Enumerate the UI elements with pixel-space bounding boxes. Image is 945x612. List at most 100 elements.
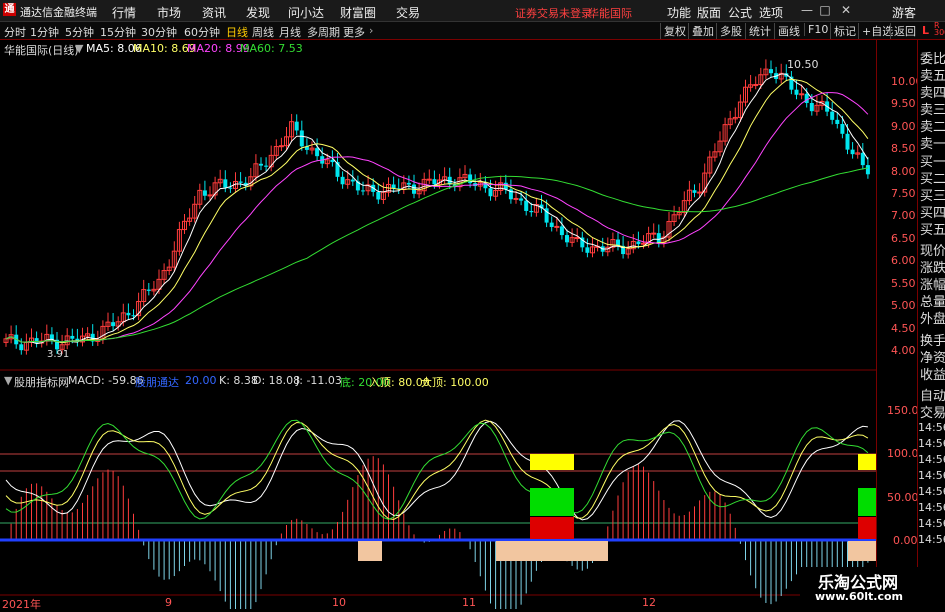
time-label: 14:56 <box>918 501 945 514</box>
candle-body <box>299 130 304 147</box>
side-sell1[interactable]: 卖一 <box>920 133 945 152</box>
side-l-label[interactable]: L <box>922 24 929 37</box>
candle-body <box>294 121 299 131</box>
candle-body <box>651 232 657 235</box>
candle-body <box>845 133 850 150</box>
top-signal-yellow <box>858 454 876 470</box>
candle-body <box>519 198 524 201</box>
candle-body <box>794 89 799 95</box>
candle-body <box>131 315 136 317</box>
top-signal-green <box>530 488 574 516</box>
low-annotation: 3.91 <box>47 349 70 360</box>
price-tick: 5.00 <box>891 299 916 312</box>
x-tick: 9 <box>165 596 172 609</box>
candle-body <box>340 176 345 185</box>
candle-body <box>228 187 233 189</box>
candle-body <box>697 191 703 194</box>
price-tick: 6.00 <box>891 254 916 267</box>
macd-tick: 50.00 <box>887 491 919 504</box>
price-tick: 8.00 <box>891 165 916 178</box>
candle-body <box>835 119 840 124</box>
candle-body <box>585 247 590 253</box>
signal-block <box>358 541 382 561</box>
signal-block <box>848 541 876 561</box>
macd-tick: 0.00 <box>893 534 918 547</box>
price-tick: 4.00 <box>891 344 916 357</box>
side-earnings[interactable]: 收益 <box>920 364 945 383</box>
time-label: 14:56 <box>918 469 945 482</box>
candle-body <box>641 242 646 245</box>
candle-body <box>406 182 411 185</box>
candle-body <box>70 335 75 339</box>
time-label: 14:56 <box>918 485 945 498</box>
price-tick: 6.50 <box>891 232 916 245</box>
candle-body <box>111 322 116 327</box>
side-outer[interactable]: 外盘 <box>920 308 945 327</box>
candle-body <box>830 111 835 120</box>
candle-body <box>350 179 355 182</box>
price-tick: 9.00 <box>891 120 916 133</box>
j-value: J: -11.03 <box>296 374 342 387</box>
time-label: 14:56 <box>918 533 945 546</box>
x-tick: 12 <box>642 596 656 609</box>
side-buy5[interactable]: 买五 <box>920 219 945 238</box>
candle-body <box>126 312 131 316</box>
kline-chart[interactable] <box>0 0 945 609</box>
candle-body <box>488 188 493 197</box>
time-label: 14:56 <box>918 437 945 450</box>
candle-body <box>549 222 554 227</box>
top-signal-yellow <box>530 454 574 470</box>
candle-body <box>656 233 661 243</box>
dropdown-icon[interactable]: ▼ <box>75 42 83 55</box>
candle-body <box>554 225 560 228</box>
candle-body <box>238 181 243 183</box>
candle-body <box>146 289 151 291</box>
ma60-value: MA60: 7.53 <box>240 42 303 55</box>
top-signal-red <box>530 517 574 539</box>
candle-body <box>753 84 759 87</box>
indicator-dropdown-icon[interactable]: ▼ <box>4 374 12 387</box>
price-axis: 10.00 9.50 9.00 8.50 8.00 7.50 7.00 6.50… <box>876 40 926 609</box>
watermark-url: www.60lt.com <box>815 590 904 603</box>
candle-body <box>565 235 569 243</box>
side-r-label: R300 <box>934 21 945 37</box>
candle-body <box>524 200 529 211</box>
candle-body <box>636 241 641 245</box>
signal-block <box>496 541 608 561</box>
x-tick: 11 <box>462 596 476 609</box>
time-label: 14:56 <box>918 517 945 530</box>
candle-body <box>799 93 805 96</box>
ma10-line <box>5 78 869 344</box>
high-annotation: 10.50 <box>787 58 819 71</box>
macd-value: MACD: -59.86 <box>68 374 144 387</box>
time-label: 14:56 <box>918 421 945 434</box>
candle-body <box>809 103 814 112</box>
candle-body <box>850 149 855 155</box>
candle-body <box>840 123 845 134</box>
ma20-line <box>5 92 869 343</box>
candle-body <box>376 191 381 200</box>
candle-body <box>769 69 773 74</box>
candle-body <box>19 344 24 351</box>
candle-body <box>513 197 519 200</box>
candle-body <box>529 210 534 213</box>
price-tick: 5.50 <box>891 277 916 290</box>
price-tick: 7.00 <box>891 209 916 222</box>
x-tick: 2021年 <box>2 598 41 611</box>
kdj-line <box>5 420 868 521</box>
candle-body <box>391 184 396 189</box>
d-value: D: 18.08 <box>253 374 301 387</box>
price-tick: 9.50 <box>891 97 916 110</box>
price-tick: 8.50 <box>891 142 916 155</box>
candle-body <box>574 237 580 240</box>
side-trade[interactable]: 交易 <box>920 402 945 421</box>
stock-title: 华能国际(日线) <box>4 44 79 57</box>
candle-body <box>804 93 809 104</box>
candle-body <box>860 152 865 166</box>
time-label: 14:56 <box>918 453 945 466</box>
x-tick: 10 <box>332 596 346 609</box>
kdj-line <box>5 419 869 521</box>
candle-body <box>278 145 284 148</box>
top-signal-green <box>858 488 876 516</box>
candle-body <box>432 179 437 185</box>
